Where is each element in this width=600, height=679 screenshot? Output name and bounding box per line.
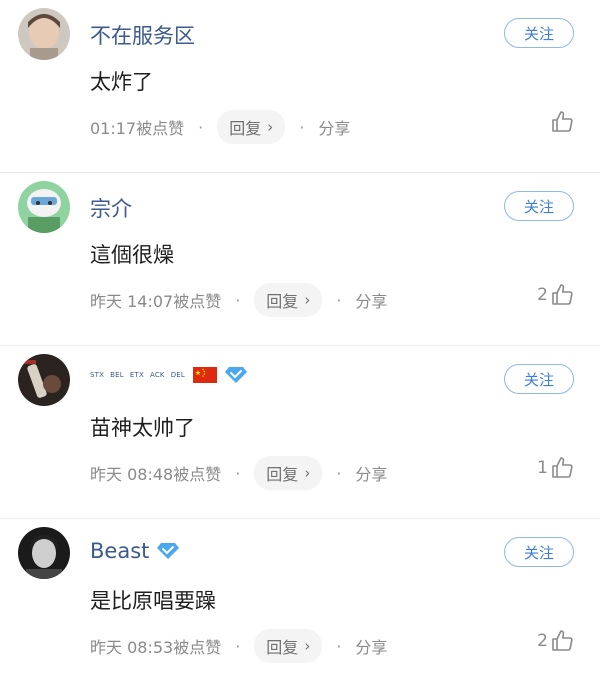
username-text[interactable]: 不在服务区 xyxy=(90,20,195,50)
tag-text: ETX xyxy=(129,371,144,379)
follow-button[interactable]: 关注 xyxy=(504,18,574,48)
comment-text: 是比原唱要躁 xyxy=(90,589,216,613)
avatar[interactable] xyxy=(18,8,70,60)
separator-dot: · xyxy=(336,636,342,656)
comment-meta: 昨天 14:07被点赞 · 回复 › · 分享 xyxy=(90,283,387,317)
separator-dot: · xyxy=(198,117,204,137)
reply-button[interactable]: 回复 › xyxy=(217,110,286,144)
separator-dot: · xyxy=(299,117,305,137)
comment-text: 太炸了 xyxy=(90,70,153,94)
like-button[interactable]: 2 xyxy=(537,283,574,307)
comment-item: STX BEL ETX ACK DEL 关注 苗神太帅了 昨天 08:48被点赞… xyxy=(0,346,600,519)
username[interactable]: 不在服务区 xyxy=(90,20,195,50)
like-count: 1 xyxy=(537,458,548,478)
thumbs-up-icon xyxy=(552,457,573,478)
comment-item: Beast 关注 是比原唱要躁 昨天 08:53被点赞 · 回复 › · 分享 2 xyxy=(0,519,600,679)
timestamp: 昨天 08:53被点赞 xyxy=(90,638,222,657)
thumbs-up-icon xyxy=(552,284,573,305)
timestamp: 昨天 14:07被点赞 xyxy=(90,292,222,311)
like-count: 2 xyxy=(537,631,548,651)
separator-dot: · xyxy=(235,463,241,483)
avatar[interactable] xyxy=(18,181,70,233)
tag-text: ACK xyxy=(149,371,165,379)
comment-meta: 01:17被点赞 · 回复 › · 分享 xyxy=(90,110,350,144)
comment-item: 不在服务区 关注 太炸了 01:17被点赞 · 回复 › · 分享 xyxy=(0,0,600,173)
thumbs-up-icon xyxy=(552,111,573,132)
like-button[interactable]: 2 xyxy=(537,629,574,653)
comment-text: 苗神太帅了 xyxy=(90,416,195,440)
username[interactable]: 宗介 xyxy=(90,193,132,223)
username-text[interactable]: 宗介 xyxy=(90,193,132,223)
share-button[interactable]: 分享 xyxy=(355,634,387,658)
separator-dot: · xyxy=(336,290,342,310)
separator-dot: · xyxy=(235,636,241,656)
username[interactable]: Beast xyxy=(90,539,180,563)
chevron-right-icon: › xyxy=(267,118,274,136)
tag-text: DEL xyxy=(170,371,186,379)
comment-list: 不在服务区 关注 太炸了 01:17被点赞 · 回复 › · 分享 宗介 关注 xyxy=(0,0,600,679)
share-button[interactable]: 分享 xyxy=(318,115,350,139)
china-flag-icon xyxy=(193,367,218,383)
like-count: 2 xyxy=(537,285,548,305)
tag-text: BEL xyxy=(110,371,124,379)
thumbs-up-icon xyxy=(552,630,573,651)
reply-label: 回复 xyxy=(266,638,299,657)
chevron-right-icon: › xyxy=(304,464,311,482)
diamond-verified-icon xyxy=(225,367,248,383)
separator-dot: · xyxy=(336,463,342,483)
username-text[interactable]: Beast xyxy=(90,539,149,563)
comment-meta: 昨天 08:48被点赞 · 回复 › · 分享 xyxy=(90,456,387,490)
reply-label: 回复 xyxy=(229,119,262,138)
username-tags[interactable]: STX BEL ETX ACK DEL xyxy=(90,371,185,379)
reply-label: 回复 xyxy=(266,465,299,484)
share-button[interactable]: 分享 xyxy=(355,288,387,312)
follow-button[interactable]: 关注 xyxy=(504,191,574,221)
comment-item: 宗介 关注 這個很燥 昨天 14:07被点赞 · 回复 › · 分享 2 xyxy=(0,173,600,346)
timestamp: 01:17被点赞 xyxy=(90,119,185,138)
like-button[interactable]: 1 xyxy=(537,456,574,480)
reply-button[interactable]: 回复 › xyxy=(254,456,323,490)
reply-button[interactable]: 回复 › xyxy=(254,629,323,663)
username[interactable]: STX BEL ETX ACK DEL xyxy=(90,366,248,384)
diamond-verified-icon xyxy=(157,543,180,559)
avatar[interactable] xyxy=(18,354,70,406)
follow-button[interactable]: 关注 xyxy=(504,364,574,394)
reply-button[interactable]: 回复 › xyxy=(254,283,323,317)
follow-button[interactable]: 关注 xyxy=(504,537,574,567)
avatar[interactable] xyxy=(18,527,70,579)
reply-label: 回复 xyxy=(266,292,299,311)
comment-meta: 昨天 08:53被点赞 · 回复 › · 分享 xyxy=(90,629,387,663)
chevron-right-icon: › xyxy=(304,637,311,655)
like-button[interactable] xyxy=(548,110,574,134)
comment-text: 這個很燥 xyxy=(90,243,174,267)
separator-dot: · xyxy=(235,290,241,310)
tag-text: STX xyxy=(90,371,105,379)
chevron-right-icon: › xyxy=(304,291,311,309)
share-button[interactable]: 分享 xyxy=(355,461,387,485)
timestamp: 昨天 08:48被点赞 xyxy=(90,465,222,484)
